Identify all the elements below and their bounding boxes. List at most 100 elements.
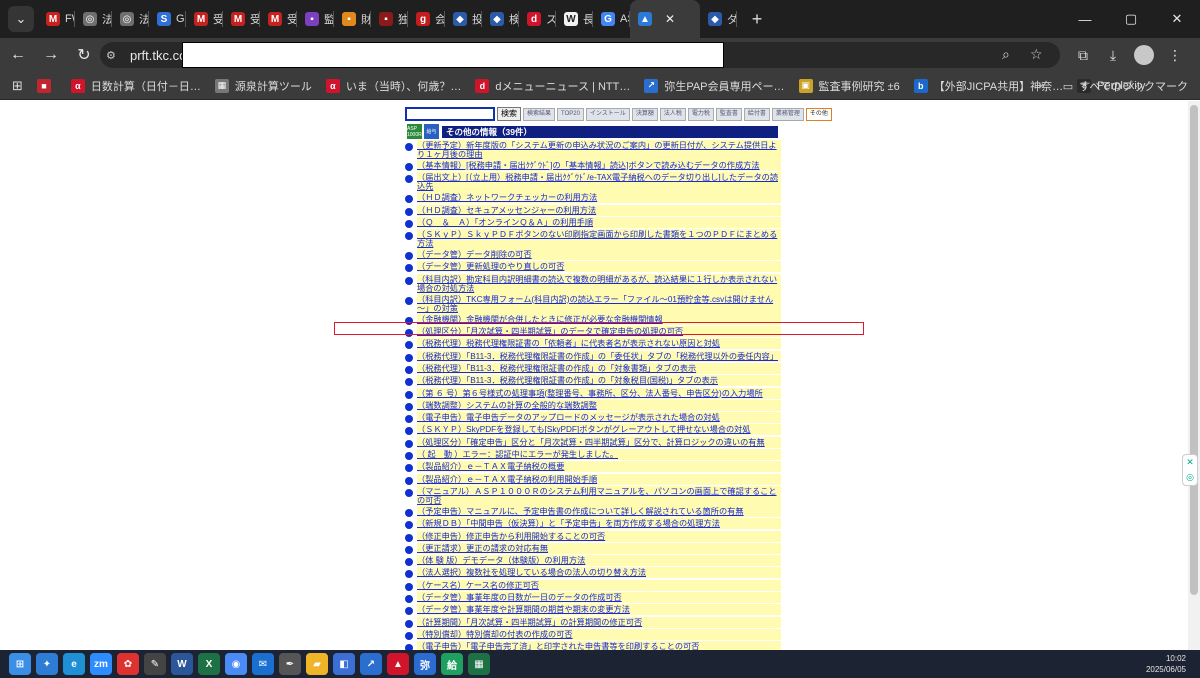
bookmark-item[interactable]: ▣ 監査事例研究 ±6 <box>798 78 900 94</box>
bookmark-item[interactable]: α いま（当時）、何歳？… <box>325 78 461 94</box>
list-item[interactable]: （データ管）データ削除の可否 <box>405 249 781 261</box>
list-item[interactable]: （届出文上）[（立上用）税務申請・届出ｸｸﾞｳﾄﾞ/e-TAX電子納税へのデータ… <box>405 172 781 193</box>
category-tab-0[interactable]: 検索結果 <box>523 107 556 121</box>
download-icon[interactable]: ⤓ <box>1098 47 1128 64</box>
yayoi-icon[interactable]: 弥 <box>414 653 436 675</box>
word-icon[interactable]: W <box>171 653 193 675</box>
close-tab-icon[interactable]: ✕ <box>665 12 675 26</box>
faq-link[interactable]: （予定申告）マニュアルに、予定申告書の作成について詳しく解説されている箇所の有無 <box>417 505 781 517</box>
excel-icon[interactable]: ▦ <box>468 653 490 675</box>
faq-link[interactable]: （第 ６ 号）第６号様式の処理事項(整理番号、事務所、区分、法人番号、申告区分)… <box>417 387 781 399</box>
list-item[interactable]: （更新予定）新年度版の「システム更新の申込み状況のご案内」の更新日付が、システム… <box>405 140 781 160</box>
acrobat-icon[interactable]: ▲ <box>387 653 409 675</box>
category-tab-5[interactable]: 電力税 <box>687 107 714 121</box>
list-item[interactable]: （計算期間）「月次試算・四半期試算」の計算期間の修正可否 <box>405 616 781 629</box>
list-item[interactable]: （製品紹介）ｅ－ＴＡＸ電子納税の利用開始手順 <box>405 473 781 486</box>
side-widget[interactable]: ✕ ◎ <box>1182 454 1198 486</box>
windows-start-icon[interactable]: ⊞ <box>9 653 31 675</box>
close-window-button[interactable]: ✕ <box>1154 0 1200 38</box>
tab-17[interactable]: ◆ ダッ <box>700 0 737 38</box>
tab-12[interactable]: ◆ 検索 <box>482 0 519 38</box>
list-item[interactable]: （予定申告）マニュアルに、予定申告書の作成について詳しく解説されている箇所の有無 <box>405 505 781 518</box>
list-item[interactable]: （マニュアル）ＡＳＰ１０００Ｒのシステム利用マニュアルを、パソコンの画面上で確認… <box>405 485 781 506</box>
list-item[interactable]: （電子申告）電子申告データのアップロードのメッセージが表示された場合の対処 <box>405 412 781 424</box>
faq-link[interactable]: （ＨＤ調査）セキュアメッセンジャーの利用方法 <box>417 204 781 216</box>
list-item[interactable]: （更正請求）更正の請求の対応有無 <box>405 542 781 555</box>
faq-link[interactable]: （データ管）データ削除の可否 <box>417 249 781 261</box>
faq-link[interactable]: （特別償却）特別償却の付表の作成の可否 <box>417 628 781 640</box>
close-icon[interactable]: ✕ <box>1186 457 1194 468</box>
tab-8[interactable]: ▪ 財務 <box>334 0 371 38</box>
yayoi-icon[interactable]: 給 <box>441 653 463 675</box>
list-item[interactable]: （データ管）事業年度や計算期間の期首や期末の変更方法 <box>405 604 781 616</box>
tab-4[interactable]: M 受信 <box>186 0 223 38</box>
faq-link[interactable]: （税務代理）「B11-3．税務代理権限証書の作成」の「対象書類」タブの表示 <box>417 362 781 374</box>
bookmark-item[interactable]: ↗ 弥生PAP会員専用ペー… <box>644 78 785 94</box>
list-item[interactable]: （ＨＤ調査）セキュアメッセンジャーの利用方法 <box>405 204 781 217</box>
address-bar[interactable]: ⚙ prft.tkc.co ⌕ ☆ <box>100 42 1060 68</box>
bookmark-star-icon[interactable]: ☆ <box>1030 46 1043 63</box>
faq-link[interactable]: （マニュアル）ＡＳＰ１０００Ｒのシステム利用マニュアルを、パソコンの画面上で確認… <box>417 485 781 506</box>
category-tab-9[interactable]: その他 <box>805 107 832 121</box>
faq-link[interactable]: （データ管）更新処理のやり直しの可否 <box>417 261 781 273</box>
faq-link[interactable]: （端数調整）システムの計算の全般的な端数調整 <box>417 399 781 411</box>
list-item[interactable]: （Ｑ ＆ Ａ）「オンラインＱ＆Ａ」の利用手順 <box>405 216 781 229</box>
list-item[interactable]: （データ管）更新処理のやり直しの可否 <box>405 261 781 273</box>
faq-link[interactable]: （データ管）事業年度や計算期間の期首や期末の変更方法 <box>417 604 781 616</box>
extensions-icon[interactable]: ⧉ <box>1068 47 1098 64</box>
tab-6[interactable]: M 受信 <box>260 0 297 38</box>
bookmark-item[interactable]: ▦ 源泉計算ツール <box>214 78 312 94</box>
list-item[interactable]: （税務代理）「B11-3．税務代理権限証書の作成」の「委任状」タブの「税務代理以… <box>405 350 781 363</box>
extension-icon[interactable]: ◎ <box>1186 472 1194 483</box>
faq-link[interactable]: （新規ＤＢ）「中間申告（仮決算）」と「予定申告」を両方作成する場合の処理方法 <box>417 518 781 530</box>
site-info-icon[interactable]: ⚙ <box>106 49 124 62</box>
list-item[interactable]: （ケース名）ケース名の修正可否 <box>405 579 781 592</box>
explorer-icon[interactable]: ▰ <box>306 653 328 675</box>
category-tab-2[interactable]: インストール <box>585 107 630 121</box>
tab-16[interactable]: ▲ ✕ <box>630 0 700 38</box>
category-tab-4[interactable]: 法人税 <box>659 107 686 121</box>
list-item[interactable]: （体 験 版）デモデータ（体験版）の利用方法 <box>405 555 781 567</box>
faq-link[interactable]: （体 験 版）デモデータ（体験版）の利用方法 <box>417 555 781 567</box>
settings-app-icon[interactable]: ✿ <box>117 653 139 675</box>
list-item[interactable]: （第 ６ 号）第６号様式の処理事項(整理番号、事務所、区分、法人番号、申告区分)… <box>405 387 781 400</box>
list-item[interactable]: （端数調整）システムの計算の全般的な端数調整 <box>405 399 781 412</box>
faq-link[interactable]: （更新予定）新年度版の「システム更新の申込み状況のご案内」の更新日付が、システム… <box>417 140 781 160</box>
category-tab-3[interactable]: 決算額 <box>631 107 658 121</box>
tab-search-chevron-icon[interactable]: ⌄ <box>8 6 34 32</box>
list-item[interactable]: （ＳＫＹＰ）SkyPDFを登録しても[SkyPDF]ボタンがグレーアウトして押せ… <box>405 424 781 436</box>
list-item[interactable]: （新規ＤＢ）「中間申告（仮決算）」と「予定申告」を両方作成する場合の処理方法 <box>405 518 781 530</box>
list-item[interactable]: （ＳＫｙＰ）ＳｋｙＰＤＦボタンのない印刷指定画面から印刷した書類を１つのＰＤＦに… <box>405 229 781 250</box>
list-item[interactable]: （データ管）事業年度の日数が一日のデータの作成可否 <box>405 592 781 604</box>
tab-13[interactable]: d スポ <box>519 0 556 38</box>
faq-link[interactable]: （データ管）事業年度の日数が一日のデータの作成可否 <box>417 592 781 604</box>
tab-1[interactable]: ◎ 法人 <box>75 0 112 38</box>
zoom-icon[interactable]: zm <box>90 653 112 675</box>
bookmark-item[interactable]: ■ <box>36 78 57 93</box>
faq-link[interactable]: （電子申告）「電子申告完了済」と印字された申告書等を印刷することの可否 <box>417 641 781 650</box>
bookmark-item[interactable]: α 日数計算（日付－日… <box>70 78 201 94</box>
faq-link[interactable]: （計算期間）「月次試算・四半期試算」の計算期間の修正可否 <box>417 616 781 628</box>
list-item[interactable]: （修正申告）修正申告から利用開始することの可否 <box>405 530 781 543</box>
faq-link[interactable]: （届出文上）[（立上用）税務申請・届出ｸｸﾞｳﾄﾞ/e-TAX電子納税へのデータ… <box>417 172 781 193</box>
bookmark-item[interactable]: d dメニューニュース | NTT… <box>475 78 630 94</box>
category-tab-8[interactable]: 業務管理 <box>771 107 804 121</box>
list-item[interactable]: （製品紹介）ｅ－ＴＡＸ電子納税の概要 <box>405 461 781 473</box>
apps-grid-icon[interactable]: ⊞ <box>12 78 23 94</box>
search-button[interactable]: 検索 <box>497 107 521 121</box>
faq-link[interactable]: （科目内訳）勘定科目内訳明細書の読込で複数の明細があるが、読込結果に１行しか表示… <box>417 273 781 294</box>
tab-2[interactable]: ◎ 法人 <box>112 0 149 38</box>
list-item[interactable]: （処理区分）「確定申告」区分と「月次試算・四半期試算」区分で、計算ロジックの違い… <box>405 436 781 449</box>
faq-link[interactable]: （ＳＫＹＰ）SkyPDFを登録しても[SkyPDF]ボタンがグレーアウトして押せ… <box>417 424 781 436</box>
tab-9[interactable]: ▪ 独立 <box>371 0 408 38</box>
list-item[interactable]: （税務代理）「B11-3．税務代理権限証書の作成」の「対象税目(国税)」タブの表… <box>405 375 781 387</box>
list-item[interactable]: （電子申告）「電子申告完了済」と印字された申告書等を印刷することの可否 <box>405 641 781 650</box>
list-item[interactable]: （基本情報）[税務申請・届出ｸｸﾞｳﾄﾞ]の「基本情報」読込]ボタンで読み込むデ… <box>405 160 781 172</box>
mail-icon[interactable]: ✉ <box>252 653 274 675</box>
copilot-icon[interactable]: ✦ <box>36 653 58 675</box>
tab-7[interactable]: ▪ 監査 <box>297 0 334 38</box>
faq-link[interactable]: （ＳＫｙＰ）ＳｋｙＰＤＦボタンのない印刷指定画面から印刷した書類を１つのＰＤＦに… <box>417 229 781 250</box>
system-tray-clock[interactable]: 10:02 2025/06/05 <box>1146 653 1186 675</box>
category-tab-6[interactable]: 監査書 <box>715 107 742 121</box>
list-item[interactable]: （ＨＤ調査）ネットワークチェッカーの利用方法 <box>405 192 781 204</box>
